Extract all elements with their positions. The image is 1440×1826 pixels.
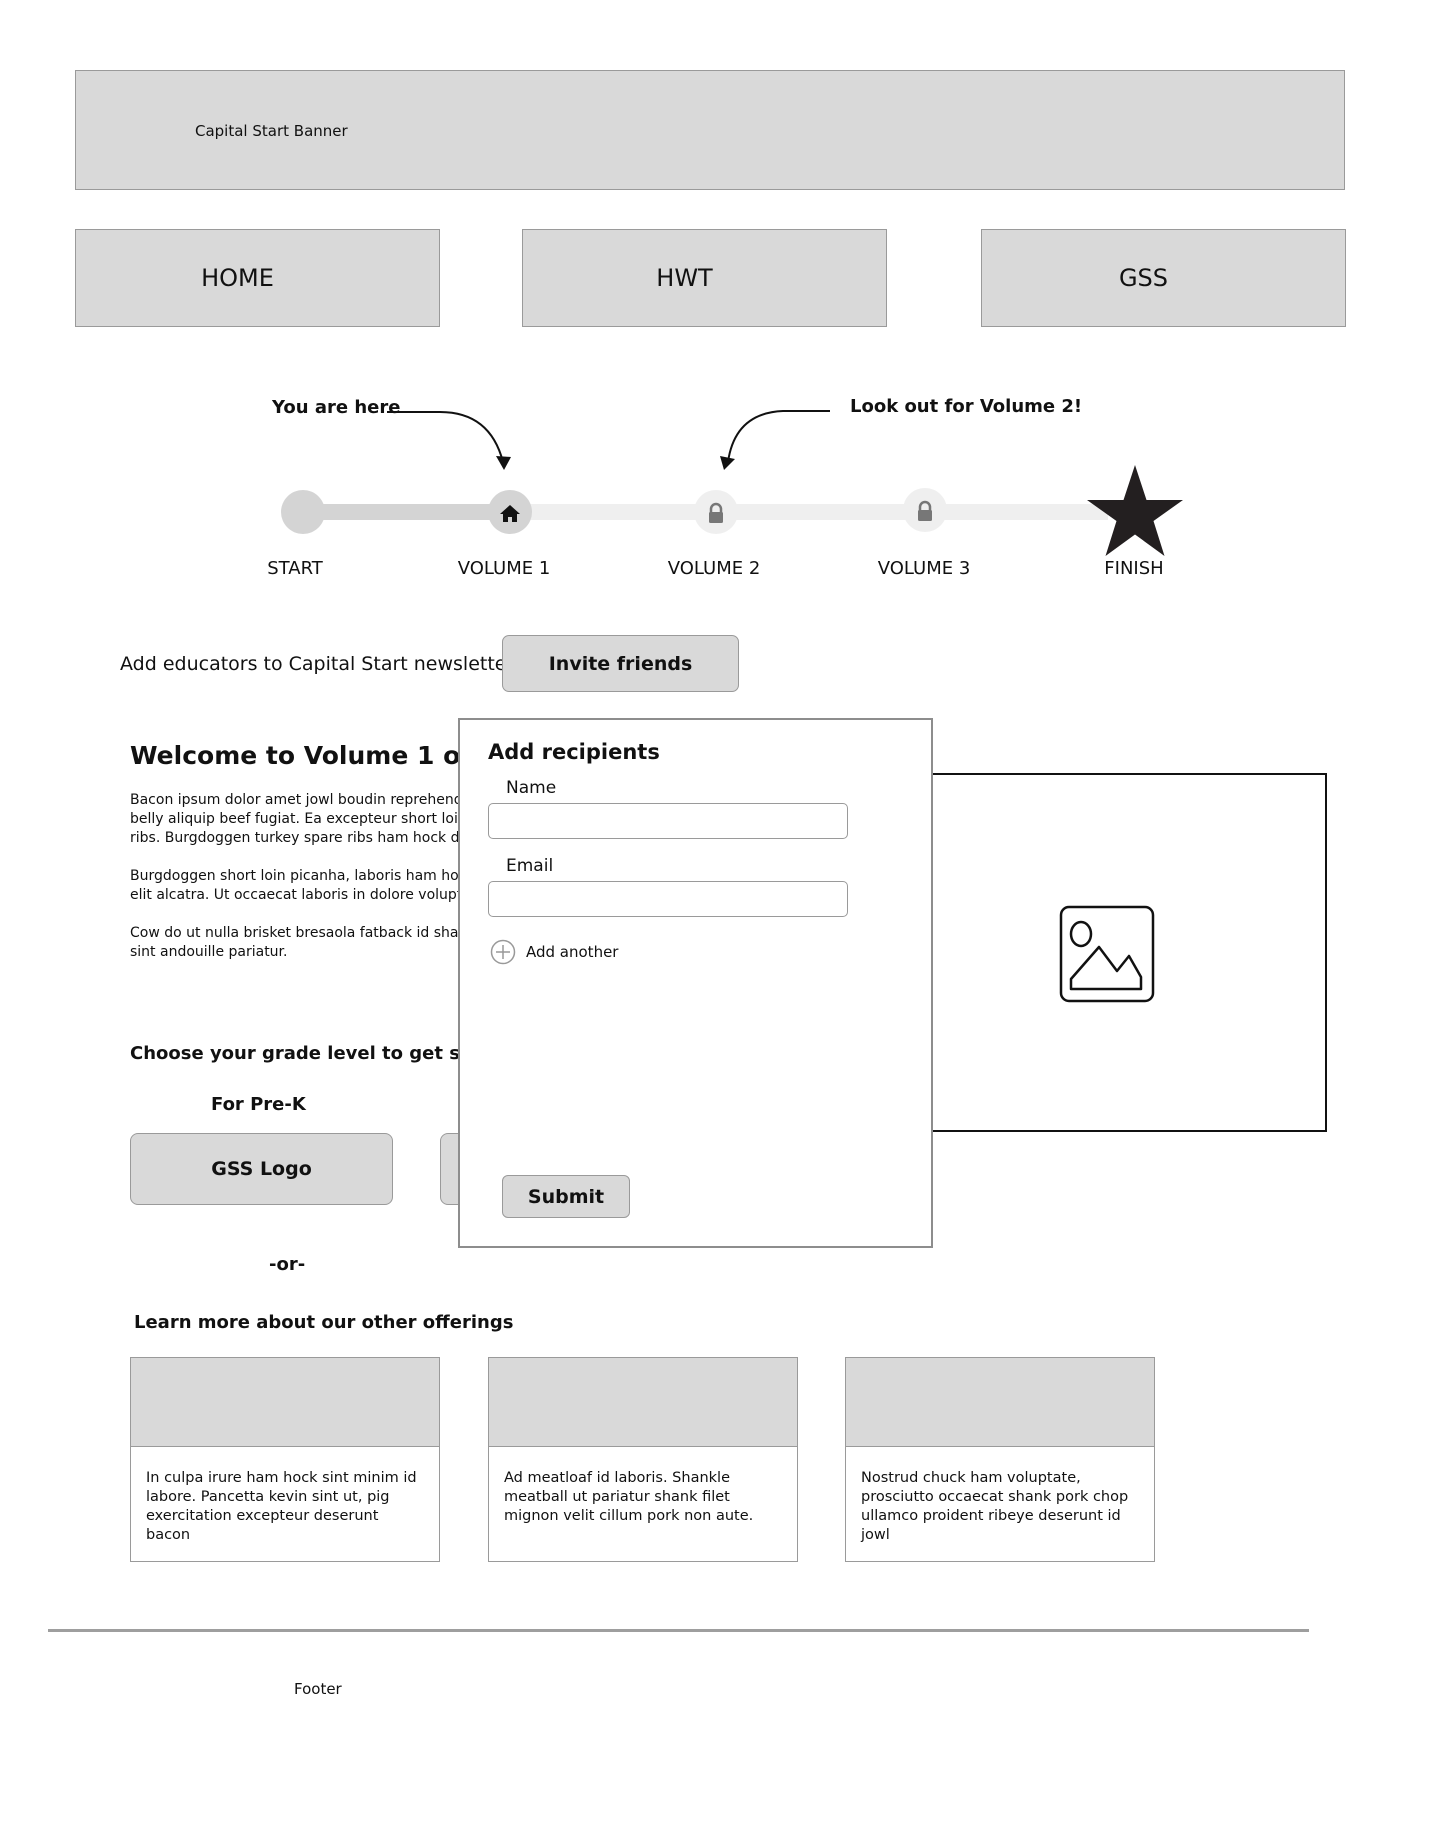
email-field[interactable] [488,881,848,917]
progress-track-filled [303,504,510,520]
callout-arrow-left [387,411,504,463]
image-icon [1059,905,1155,1003]
arrow-head-left [496,456,511,470]
card-image [489,1358,797,1447]
offerings-heading: Learn more about our other offerings [134,1312,514,1333]
callout-you-are-here: You are here [272,397,401,418]
card-text: Ad meatloaf id laboris. Shankle meatball… [504,1470,754,1524]
step-label-volume-2: VOLUME 2 [667,558,761,579]
callout-volume-2: Look out for Volume 2! [850,396,1083,417]
add-another-button[interactable]: Add another [490,939,618,965]
step-label-finish: FINISH [1104,558,1164,579]
add-recipients-modal: Add recipients Name Email Add another Su… [458,718,933,1248]
plus-circle-icon [490,939,516,965]
offering-card[interactable]: In culpa irure ham hock sint minim id la… [130,1357,440,1562]
prek-label: For Pre-K [211,1094,306,1115]
step-label-volume-1: VOLUME 1 [457,558,551,579]
progress-tracker [0,0,1440,600]
add-another-label: Add another [526,943,619,961]
card-text: In culpa irure ham hock sint minim id la… [146,1470,417,1543]
image-placeholder [915,773,1327,1132]
invite-friends-button[interactable]: Invite friends [502,635,739,692]
modal-title: Add recipients [488,740,660,764]
step-label-start: START [267,558,323,579]
arrow-head-right [720,456,735,470]
card-image [131,1358,439,1447]
card-image [846,1358,1154,1447]
grade-heading: Choose your grade level to get starte [130,1043,511,1064]
step-node-start[interactable] [281,490,325,534]
footer-label: Footer [294,1680,342,1698]
footer-divider [48,1629,1309,1632]
step-label-volume-3: VOLUME 3 [877,558,971,579]
gss-logo-button[interactable]: GSS Logo [130,1133,393,1205]
name-label: Name [506,778,557,798]
callout-arrow-right [727,410,830,463]
email-label: Email [506,856,554,876]
card-text: Nostrud chuck ham voluptate, prosciutto … [861,1470,1129,1543]
name-field[interactable] [488,803,848,839]
progress-graphic [281,410,1183,556]
invite-label: Add educators to Capital Start newslette… [120,653,531,675]
or-divider: -or- [269,1254,306,1275]
submit-button[interactable]: Submit [502,1175,630,1218]
offering-card[interactable]: Nostrud chuck ham voluptate, prosciutto … [845,1357,1155,1562]
offering-card[interactable]: Ad meatloaf id laboris. Shankle meatball… [488,1357,798,1562]
